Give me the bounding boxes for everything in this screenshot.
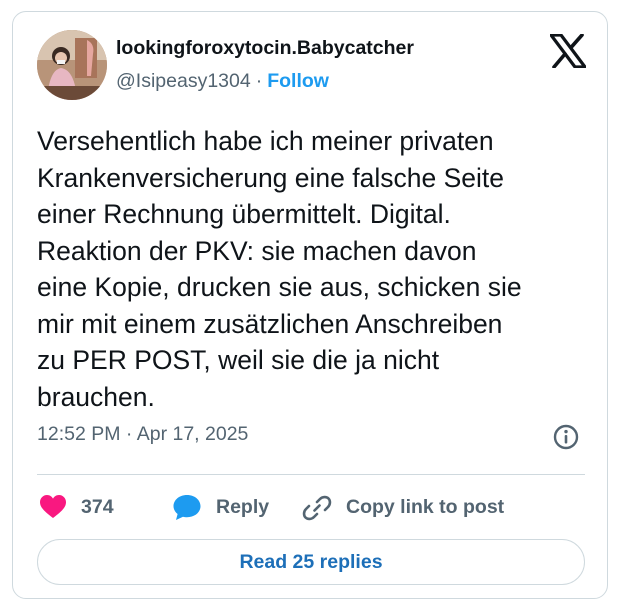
like-count: 374	[81, 495, 114, 518]
handle-separator: ·	[255, 70, 263, 92]
like-button[interactable]: 374	[39, 482, 114, 532]
author-display-name[interactable]: lookingforoxytocin.Babycatcher	[116, 37, 414, 60]
info-icon[interactable]	[552, 423, 580, 451]
tweet-card: lookingforoxytocin.Babycatcher @Isipeasy…	[12, 11, 608, 599]
reply-label: Reply	[216, 495, 270, 518]
avatar[interactable]	[37, 30, 107, 100]
speech-bubble-icon	[173, 495, 201, 520]
copy-link-button[interactable]: Copy link to post	[302, 482, 504, 532]
copy-link-label: Copy link to post	[346, 495, 505, 518]
author-handle[interactable]: @Isipeasy1304	[116, 70, 251, 92]
tweet-text: Versehentlich habe ich meiner privaten K…	[37, 126, 522, 412]
action-bar: 374 Reply Copy link to post	[37, 482, 585, 532]
link-icon	[302, 495, 332, 521]
avatar-photo	[37, 30, 107, 100]
reply-button[interactable]: Reply	[172, 482, 269, 532]
tweet-timestamp[interactable]: 12:52 PM · Apr 17, 2025	[37, 423, 248, 446]
divider	[37, 474, 585, 475]
x-logo-icon[interactable]	[549, 33, 587, 69]
read-replies-button[interactable]: Read 25 replies	[37, 539, 585, 585]
author-handle-row: @Isipeasy1304 · Follow	[116, 70, 329, 93]
heart-icon	[40, 495, 66, 518]
follow-button[interactable]: Follow	[267, 70, 329, 92]
